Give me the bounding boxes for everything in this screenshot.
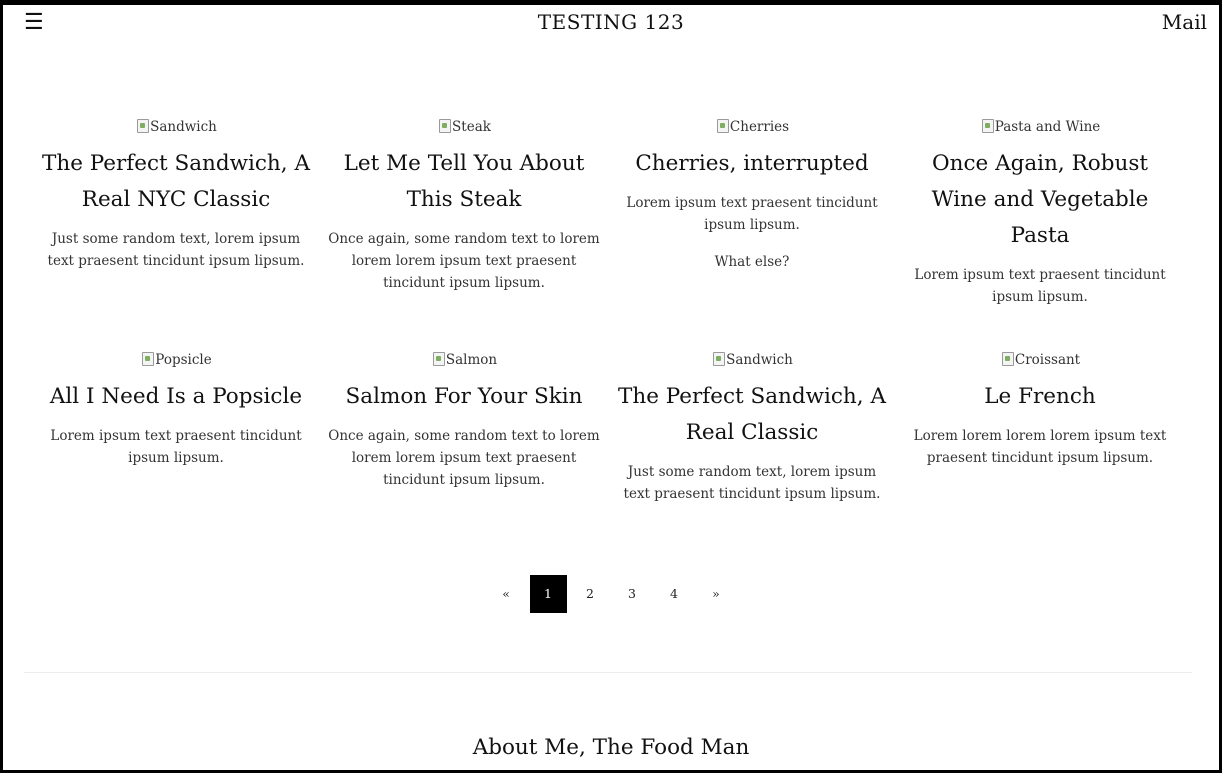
pagination-page-3[interactable]: 3 <box>613 575 650 613</box>
image-alt-text: Cherries <box>729 119 790 135</box>
broken-image-icon <box>715 118 729 134</box>
post-excerpt: Lorem ipsum text praesent tincidunt ipsu… <box>914 267 1166 305</box>
post-title[interactable]: Once Again, Robust Wine and Vegetable Pa… <box>902 146 1178 254</box>
post-excerpt: Just some random text, lorem ipsum text … <box>623 464 881 502</box>
post-image[interactable]: Pasta and Wine <box>980 118 1101 136</box>
post-card: Sandwich The Perfect Sandwich, A Real NY… <box>38 116 314 272</box>
post-image[interactable]: Cherries <box>715 118 789 136</box>
post-title[interactable]: The Perfect Sandwich, A Real NYC Classic <box>38 146 314 218</box>
post-image[interactable]: Sandwich <box>135 118 217 136</box>
pagination-next[interactable]: » <box>697 575 734 613</box>
image-alt-text: Salmon <box>445 352 498 368</box>
broken-image-icon <box>980 118 994 134</box>
image-alt-text: Popsicle <box>155 352 212 368</box>
image-alt-text: Sandwich <box>726 352 793 368</box>
post-image[interactable]: Popsicle <box>140 351 212 369</box>
broken-image-icon <box>431 351 445 367</box>
broken-image-icon <box>437 118 452 134</box>
post-card: Popsicle All I Need Is a Popsicle Lorem … <box>38 349 314 469</box>
section-divider <box>24 672 1192 673</box>
page-frame: ☰ TESTING 123 Mail Sandwich The Perfect … <box>3 5 1219 770</box>
post-excerpt: Lorem ipsum text praesent tincidunt ipsu… <box>626 195 878 233</box>
mail-link[interactable]: Mail <box>1162 10 1207 34</box>
post-card: Salmon Salmon For Your Skin Once again, … <box>326 349 602 491</box>
post-image[interactable]: Croissant <box>1000 351 1080 369</box>
post-title[interactable]: Salmon For Your Skin <box>326 379 602 415</box>
post-card: Croissant Le French Lorem lorem lorem lo… <box>902 349 1178 469</box>
image-alt-text: Steak <box>452 119 491 135</box>
post-excerpt: Once again, some random text to lorem lo… <box>328 428 600 488</box>
post-excerpt-secondary: What else? <box>714 254 790 270</box>
post-card: Sandwich The Perfect Sandwich, A Real Cl… <box>614 349 890 505</box>
image-alt-text: Croissant <box>1014 352 1081 368</box>
post-title[interactable]: Le French <box>902 379 1178 415</box>
post-excerpt: Just some random text, lorem ipsum text … <box>47 231 305 269</box>
pagination-prev[interactable]: « <box>488 575 525 613</box>
broken-image-icon <box>1000 351 1014 367</box>
post-excerpt: Lorem lorem lorem lorem ipsum text praes… <box>913 428 1167 466</box>
top-bar: ☰ TESTING 123 Mail <box>3 5 1219 45</box>
broken-image-icon <box>135 118 150 134</box>
post-title[interactable]: Cherries, interrupted <box>614 146 890 182</box>
broken-image-icon <box>711 351 726 367</box>
post-image[interactable]: Salmon <box>431 351 497 369</box>
pagination-page-1[interactable]: 1 <box>529 575 567 613</box>
pagination-page-4[interactable]: 4 <box>655 575 692 613</box>
post-excerpt: Lorem ipsum text praesent tincidunt ipsu… <box>50 428 302 466</box>
about-section-title: About Me, The Food Man <box>472 735 750 760</box>
pagination: « 1 2 3 4 » <box>3 575 1219 613</box>
broken-image-icon <box>140 351 155 367</box>
post-card: Cherries Cherries, interrupted Lorem ips… <box>614 116 890 273</box>
site-title[interactable]: TESTING 123 <box>3 10 1219 34</box>
post-title[interactable]: All I Need Is a Popsicle <box>38 379 314 415</box>
image-alt-text: Sandwich <box>150 119 217 135</box>
post-card: Pasta and Wine Once Again, Robust Wine a… <box>902 116 1178 308</box>
post-excerpt: Once again, some random text to lorem lo… <box>328 231 600 291</box>
post-title[interactable]: Let Me Tell You About This Steak <box>326 146 602 218</box>
image-alt-text: Pasta and Wine <box>994 119 1101 135</box>
post-card: Steak Let Me Tell You About This Steak O… <box>326 116 602 294</box>
post-title[interactable]: The Perfect Sandwich, A Real Classic <box>614 379 890 451</box>
post-image[interactable]: Steak <box>437 118 491 136</box>
pagination-page-2[interactable]: 2 <box>572 575 609 613</box>
post-image[interactable]: Sandwich <box>711 351 793 369</box>
